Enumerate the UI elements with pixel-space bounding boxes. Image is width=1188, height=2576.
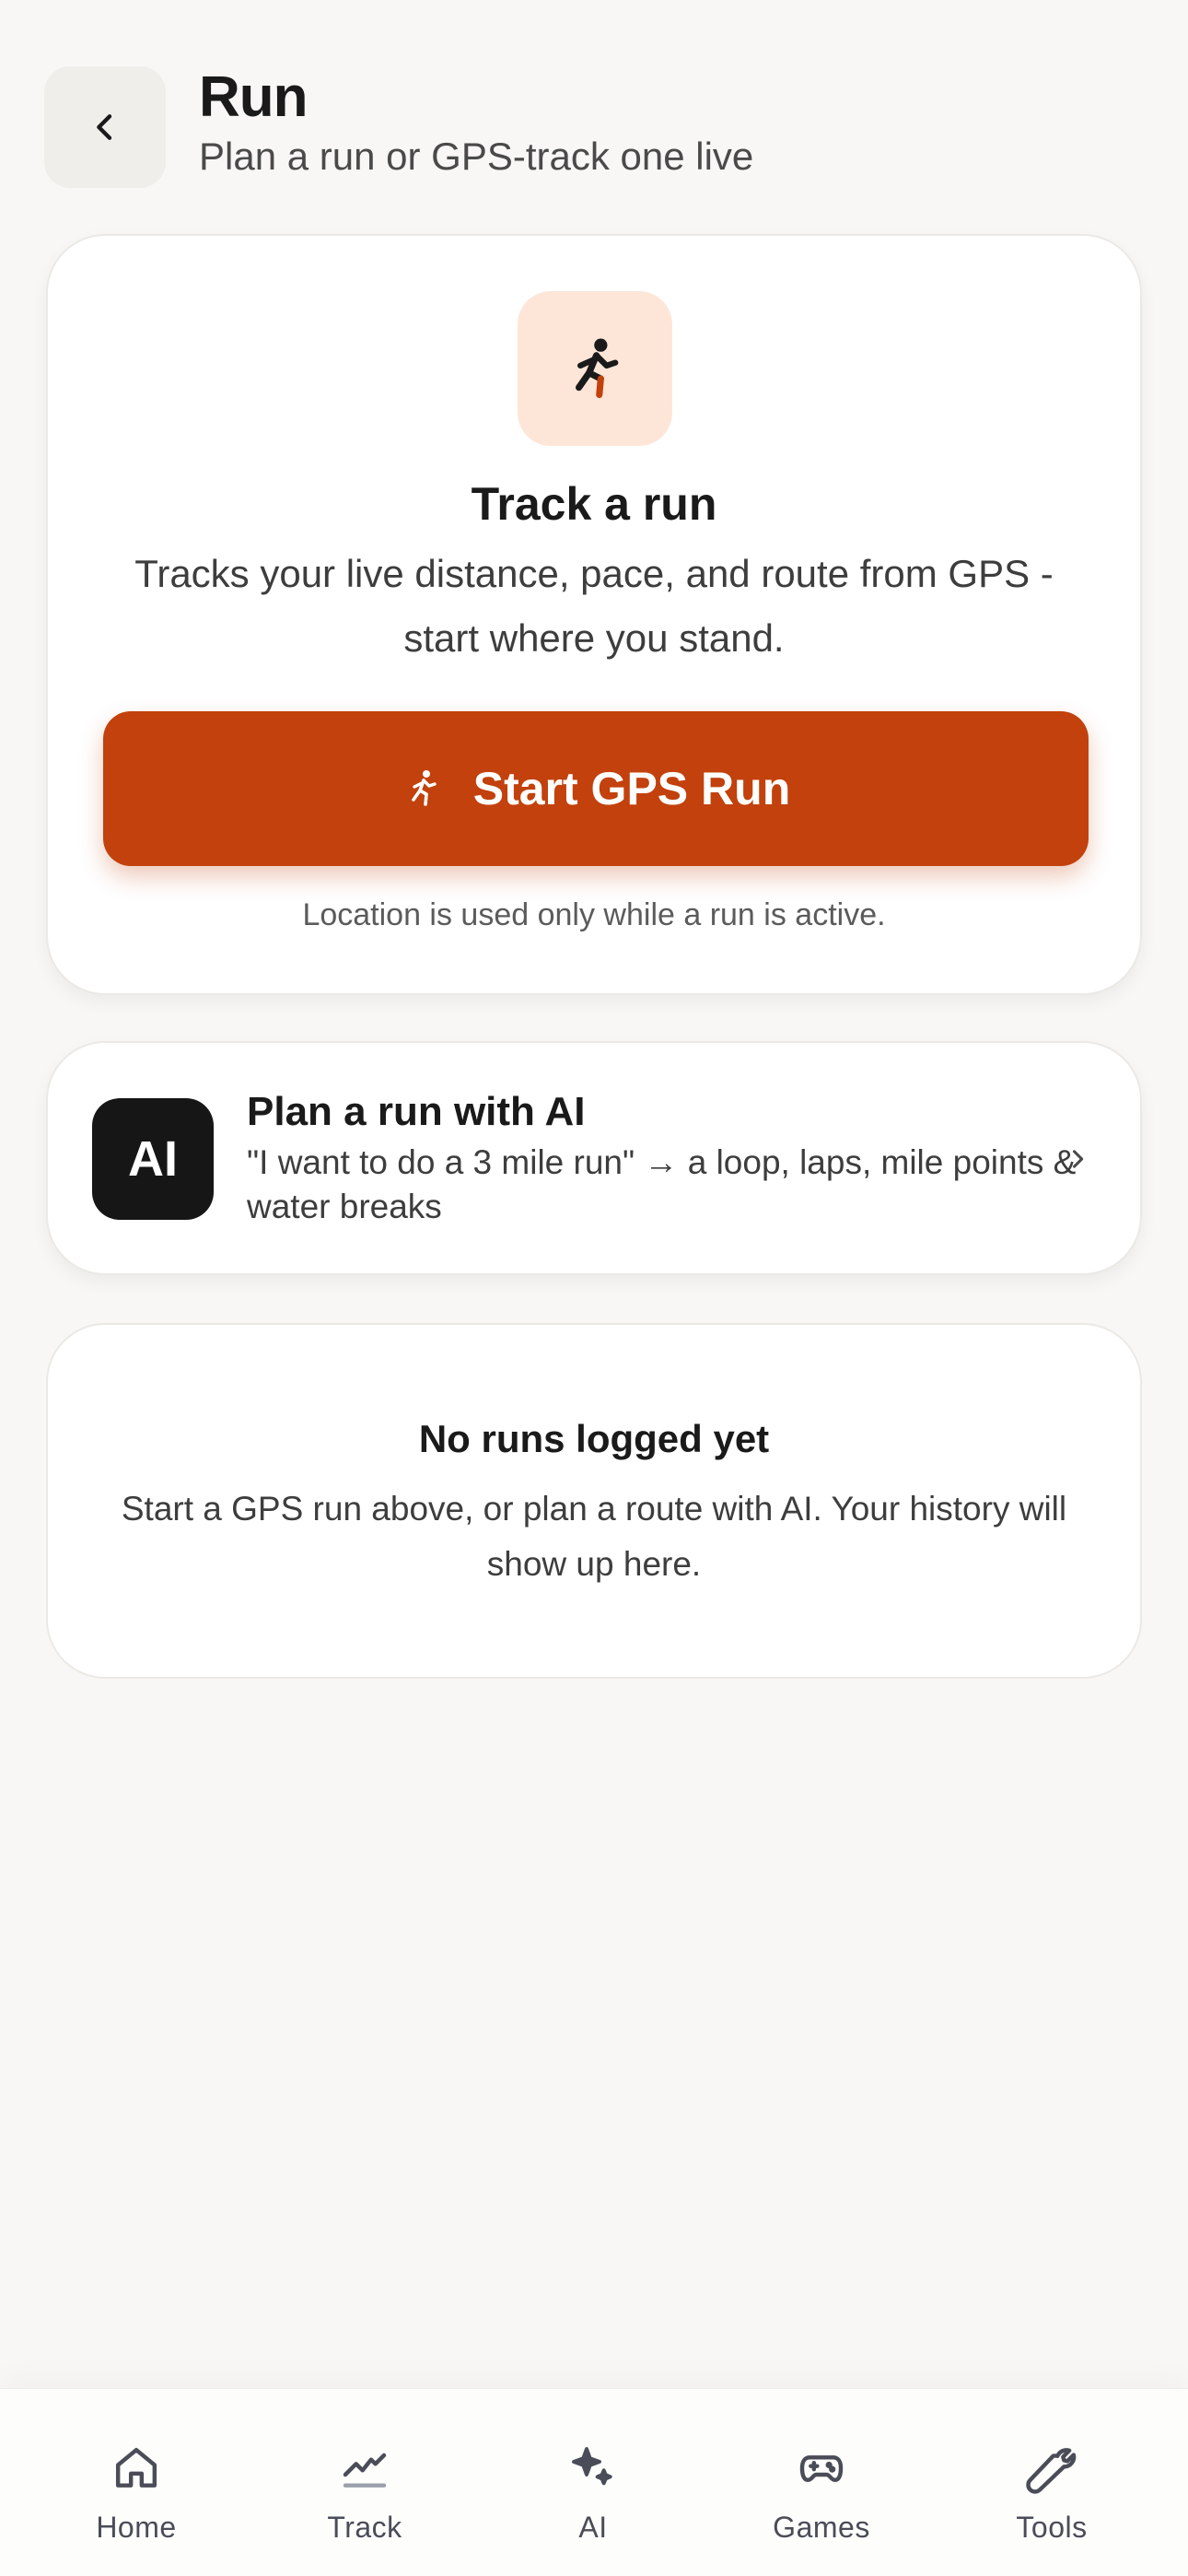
chevron-right-icon bbox=[1061, 1142, 1094, 1176]
nav-item-tools[interactable]: Tools bbox=[950, 2389, 1153, 2576]
nav-label-home: Home bbox=[96, 2511, 177, 2544]
nav-label-games: Games bbox=[773, 2511, 870, 2544]
run-screen: Run Plan a run or GPS-track one live Tra… bbox=[0, 0, 1188, 2576]
home-icon bbox=[111, 2441, 162, 2496]
page-subtitle: Plan a run or GPS-track one live bbox=[199, 135, 754, 178]
ai-badge: AI bbox=[92, 1098, 214, 1220]
sparkles-icon bbox=[567, 2441, 619, 2496]
nav-label-tools: Tools bbox=[1016, 2511, 1088, 2544]
nav-label-ai: AI bbox=[578, 2511, 608, 2544]
track-run-description: Tracks your live distance, pace, and rou… bbox=[134, 552, 1054, 660]
running-person-icon bbox=[402, 767, 446, 811]
plan-run-title: Plan a run with AI bbox=[247, 1089, 586, 1134]
start-gps-run-label: Start GPS Run bbox=[472, 763, 791, 814]
chevron-left-icon bbox=[87, 109, 123, 146]
plan-run-description: "I want to do a 3 mile run" → a loop, la… bbox=[247, 1143, 1077, 1225]
trend-line-icon bbox=[339, 2441, 390, 2496]
run-history-empty-state: No runs logged yet Start a GPS run above… bbox=[46, 1323, 1142, 1679]
track-run-card: Track a run Tracks your live distance, p… bbox=[46, 234, 1142, 995]
nav-item-home[interactable]: Home bbox=[35, 2389, 238, 2576]
wrench-icon bbox=[1026, 2441, 1077, 2496]
empty-state-title: No runs logged yet bbox=[418, 1417, 770, 1460]
nav-label-track: Track bbox=[327, 2511, 402, 2544]
start-gps-run-button[interactable]: Start GPS Run bbox=[103, 711, 1089, 866]
back-button[interactable] bbox=[44, 66, 166, 188]
page-title: Run bbox=[199, 65, 309, 129]
running-person-icon bbox=[518, 291, 672, 446]
track-run-title: Track a run bbox=[471, 478, 717, 530]
nav-item-games[interactable]: Games bbox=[720, 2389, 923, 2576]
nav-item-ai[interactable]: AI bbox=[492, 2389, 694, 2576]
gamepad-icon bbox=[796, 2441, 847, 2496]
location-note: Location is used only while a run is act… bbox=[302, 897, 886, 932]
empty-state-description: Start a GPS run above, or plan a route w… bbox=[121, 1490, 1067, 1583]
plan-run-ai-card[interactable]: AI Plan a run with AI "I want to do a 3 … bbox=[46, 1041, 1142, 1275]
nav-item-track[interactable]: Track bbox=[263, 2389, 466, 2576]
bottom-nav: Home Track AI Games Tools bbox=[0, 2388, 1188, 2576]
